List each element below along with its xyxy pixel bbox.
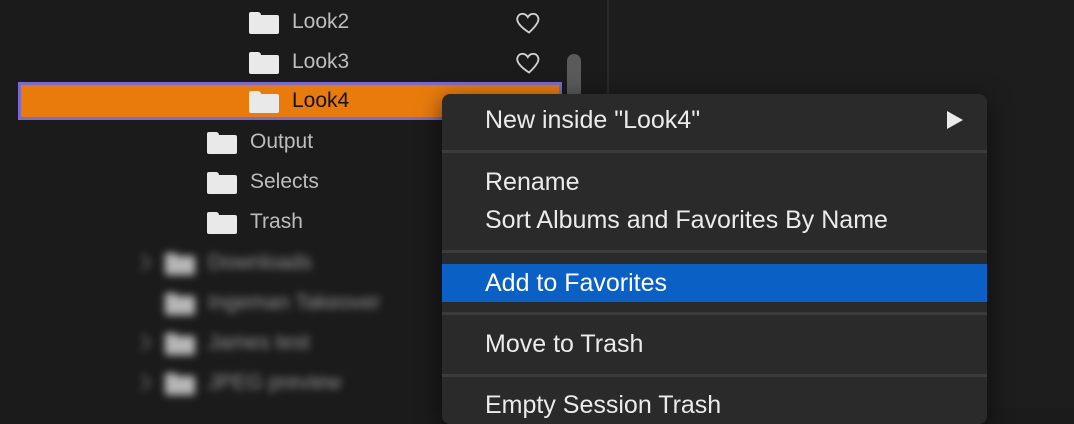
menu-item-label: Move to Trash <box>485 330 644 358</box>
menu-item-rename[interactable]: Rename <box>442 163 987 201</box>
folder-icon <box>249 12 279 34</box>
submenu-arrow-icon <box>947 111 963 129</box>
context-menu: New inside "Look4" Rename Sort Albums an… <box>442 94 987 424</box>
menu-item-label: Add to Favorites <box>485 269 668 297</box>
tree-item-label: Trash <box>250 210 303 233</box>
tree-item-label: Look2 <box>292 10 350 33</box>
menu-item-label: Rename <box>485 168 580 196</box>
tree-item-label: JPEG preview <box>208 371 342 394</box>
menu-item-empty-session-trash[interactable]: Empty Session Trash <box>442 386 987 424</box>
tree-item-label: Selects <box>250 170 319 193</box>
menu-separator <box>442 150 987 153</box>
menu-separator <box>442 312 987 315</box>
tree-item-label: James test <box>208 331 310 354</box>
folder-icon <box>165 333 195 355</box>
folder-icon <box>249 91 279 113</box>
folder-icon <box>249 52 279 74</box>
menu-separator <box>442 250 987 253</box>
chevron-right-icon[interactable] <box>133 333 152 352</box>
folder-icon <box>165 373 195 395</box>
menu-item-sort-by-name[interactable]: Sort Albums and Favorites By Name <box>442 201 987 239</box>
tree-item-look2[interactable]: Look2 <box>0 2 607 42</box>
chevron-right-icon[interactable] <box>133 373 152 392</box>
tree-item-look3[interactable]: Look3 <box>0 42 607 82</box>
heart-icon[interactable] <box>515 48 543 76</box>
tree-item-label: Look4 <box>292 89 350 112</box>
heart-icon[interactable] <box>515 8 543 36</box>
tree-item-label: Downloads <box>208 251 312 274</box>
folder-icon <box>165 293 195 315</box>
tree-item-label: Look3 <box>292 50 350 73</box>
folder-icon <box>165 253 195 275</box>
menu-item-move-to-trash[interactable]: Move to Trash <box>442 325 987 363</box>
menu-separator <box>442 374 987 377</box>
tree-item-label: Ingeman Takeover <box>208 291 381 314</box>
folder-icon <box>207 212 237 234</box>
chevron-right-icon[interactable] <box>133 253 152 272</box>
folder-icon <box>207 172 237 194</box>
menu-item-label: New inside "Look4" <box>485 106 701 134</box>
menu-item-label: Empty Session Trash <box>485 391 722 419</box>
menu-item-add-to-favorites[interactable]: Add to Favorites <box>442 264 987 302</box>
folder-icon <box>207 132 237 154</box>
menu-item-label: Sort Albums and Favorites By Name <box>485 206 888 234</box>
menu-item-new-inside[interactable]: New inside "Look4" <box>442 101 987 139</box>
tree-item-label: Output <box>250 130 314 153</box>
